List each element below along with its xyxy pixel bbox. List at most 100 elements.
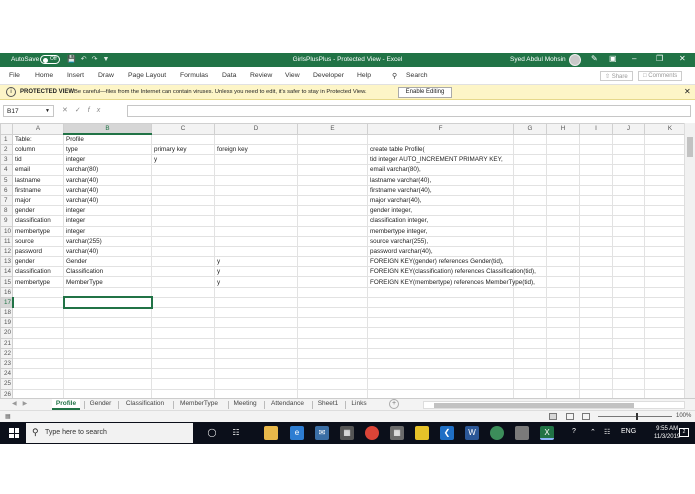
row-header[interactable]: 16 xyxy=(0,286,13,298)
fx-label[interactable]: fx xyxy=(88,107,107,114)
menu-insert[interactable]: Insert xyxy=(67,72,84,79)
cell-f22[interactable] xyxy=(367,347,514,359)
cell-d22[interactable] xyxy=(214,347,298,359)
cell-f1[interactable] xyxy=(367,133,514,145)
cell-h12[interactable] xyxy=(546,245,580,258)
excel-icon[interactable]: X xyxy=(540,426,554,440)
cell-h14[interactable] xyxy=(546,266,580,278)
word-icon[interactable]: W xyxy=(465,426,479,440)
cortana-icon[interactable]: ◯ xyxy=(205,426,219,440)
cell-g1[interactable] xyxy=(513,133,547,145)
cell-i20[interactable] xyxy=(579,327,613,339)
cell-b13[interactable]: Gender xyxy=(63,256,152,268)
cell-e12[interactable] xyxy=(297,245,368,258)
chevron-down-icon[interactable]: ▼ xyxy=(45,108,50,114)
row-header[interactable]: 22 xyxy=(0,347,13,359)
close-icon[interactable]: ✕ xyxy=(679,54,686,63)
cell-h8[interactable] xyxy=(546,205,580,217)
column-header-c[interactable]: C xyxy=(151,123,215,135)
cell-i18[interactable] xyxy=(579,306,613,319)
cell-e24[interactable] xyxy=(297,368,368,380)
normal-view-icon[interactable] xyxy=(549,413,557,420)
cell-d1[interactable] xyxy=(214,133,298,145)
cell-i2[interactable] xyxy=(579,143,613,156)
name-box[interactable]: B17 ▼ xyxy=(3,105,54,117)
cell-d4[interactable] xyxy=(214,164,298,176)
notepad-icon[interactable] xyxy=(515,426,529,440)
cell-b12[interactable]: varchar(40) xyxy=(63,245,152,258)
cell-d20[interactable] xyxy=(214,327,298,339)
cell-i25[interactable] xyxy=(579,378,613,390)
cell-f13[interactable]: FOREIGN KEY(gender) references Gender(ti… xyxy=(367,256,514,268)
menu-data[interactable]: Data xyxy=(222,72,236,79)
cell-b19[interactable] xyxy=(63,317,152,329)
cell-h2[interactable] xyxy=(546,143,580,156)
vscode-icon[interactable]: ❮ xyxy=(440,426,454,440)
page-break-view-icon[interactable] xyxy=(582,413,590,420)
cell-j24[interactable] xyxy=(612,368,645,380)
cell-d19[interactable] xyxy=(214,317,298,329)
cell-f9[interactable]: classification integer, xyxy=(367,215,514,227)
cell-g13[interactable] xyxy=(513,256,547,268)
cell-h5[interactable] xyxy=(546,174,580,186)
menu-file[interactable]: File xyxy=(9,72,20,79)
cell-e9[interactable] xyxy=(297,215,368,227)
cell-b8[interactable]: integer xyxy=(63,205,152,217)
cell-i5[interactable] xyxy=(579,174,613,186)
edge-icon[interactable]: e xyxy=(290,426,304,440)
cell-j9[interactable] xyxy=(612,215,645,227)
row-header[interactable]: 17 xyxy=(0,296,14,309)
cell-c10[interactable] xyxy=(151,225,215,237)
cell-e19[interactable] xyxy=(297,317,368,329)
cell-i17[interactable] xyxy=(579,296,613,309)
close-message-icon[interactable]: ✕ xyxy=(684,87,691,96)
cell-d17[interactable] xyxy=(214,296,298,309)
cell-h15[interactable] xyxy=(546,276,580,288)
cell-a16[interactable] xyxy=(12,286,64,298)
cell-a6[interactable]: firstname xyxy=(12,184,64,196)
cell-h24[interactable] xyxy=(546,368,580,380)
cell-c23[interactable] xyxy=(151,357,215,370)
cell-c6[interactable] xyxy=(151,184,215,196)
cell-a15[interactable]: membertype xyxy=(12,276,64,288)
cell-h23[interactable] xyxy=(546,357,580,370)
cell-h18[interactable] xyxy=(546,306,580,319)
cell-h20[interactable] xyxy=(546,327,580,339)
cell-b4[interactable]: varchar(80) xyxy=(63,164,152,176)
cell-b14[interactable]: Classification xyxy=(63,266,152,278)
cell-c13[interactable] xyxy=(151,256,215,268)
cell-i3[interactable] xyxy=(579,154,613,166)
cell-e3[interactable] xyxy=(297,154,368,166)
cell-f8[interactable]: gender integer, xyxy=(367,205,514,217)
cell-f5[interactable]: lastname varchar(40), xyxy=(367,174,514,186)
cell-f2[interactable]: create table Profile( xyxy=(367,143,514,156)
cell-j21[interactable] xyxy=(612,337,645,349)
help-icon[interactable]: ? xyxy=(572,428,576,435)
cell-c18[interactable] xyxy=(151,306,215,319)
cell-c20[interactable] xyxy=(151,327,215,339)
cell-j8[interactable] xyxy=(612,205,645,217)
cell-j11[interactable] xyxy=(612,235,645,247)
menu-formulas[interactable]: Formulas xyxy=(180,72,208,79)
cell-a24[interactable] xyxy=(12,368,64,380)
cell-h7[interactable] xyxy=(546,194,580,207)
cell-i16[interactable] xyxy=(579,286,613,298)
cell-f6[interactable]: firstname varchar(40), xyxy=(367,184,514,196)
cell-b25[interactable] xyxy=(63,378,152,390)
cell-c25[interactable] xyxy=(151,378,215,390)
cell-a14[interactable]: classification xyxy=(12,266,64,278)
cell-f15[interactable]: FOREIGN KEY(membertype) references Membe… xyxy=(367,276,535,288)
cell-a9[interactable]: classification xyxy=(12,215,64,227)
cell-i14[interactable] xyxy=(579,266,613,278)
cell-g3[interactable] xyxy=(513,154,547,166)
cell-d5[interactable] xyxy=(214,174,298,186)
cell-j10[interactable] xyxy=(612,225,645,237)
cell-d10[interactable] xyxy=(214,225,298,237)
cell-e6[interactable] xyxy=(297,184,368,196)
sheet-tab-sheet1[interactable]: Sheet1 xyxy=(313,399,343,410)
cell-d6[interactable] xyxy=(214,184,298,196)
network-icon[interactable]: ☷ xyxy=(604,428,610,436)
cell-i8[interactable] xyxy=(579,205,613,217)
cell-b9[interactable]: integer xyxy=(63,215,152,227)
menu-draw[interactable]: Draw xyxy=(98,72,114,79)
